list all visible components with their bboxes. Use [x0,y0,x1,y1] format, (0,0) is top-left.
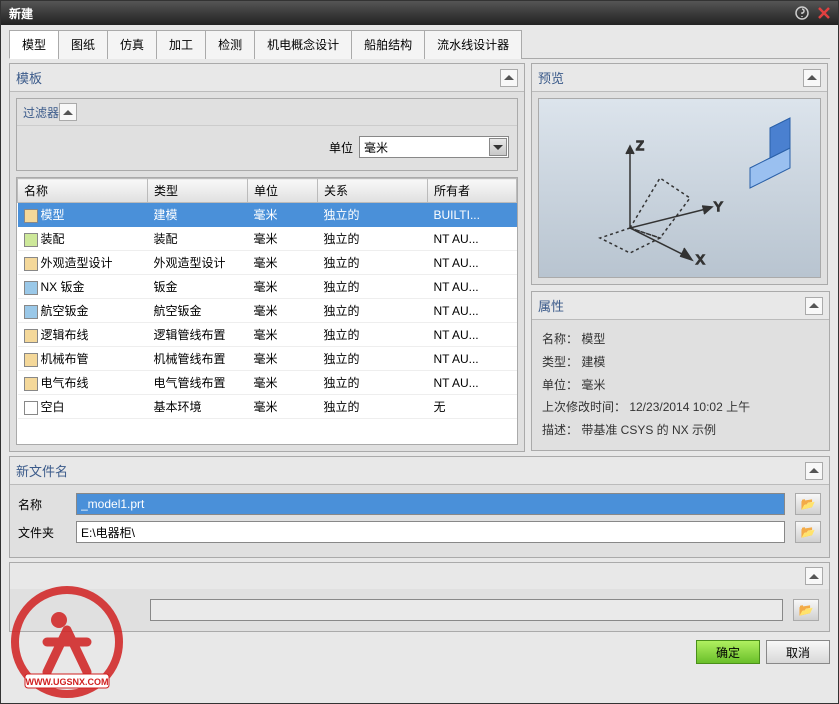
tab-bar: 模型图纸仿真加工检测机电概念设计船舶结构流水线设计器 [9,29,830,59]
unit-value: 毫米 [364,139,388,156]
file-icon [24,209,38,223]
reference-panel: 📂 [9,562,830,632]
cancel-button[interactable]: 取消 [766,640,830,664]
chevron-up-icon [63,110,73,115]
chevron-up-icon [809,303,819,308]
tab-0[interactable]: 模型 [9,30,59,59]
file-icon [24,377,38,391]
window-title: 新建 [5,5,790,22]
folder-label: 文件夹 [18,524,66,541]
column-header[interactable]: 类型 [148,179,248,203]
table-row[interactable]: 模型建模毫米独立的BUILTI... [18,203,517,227]
svg-text:X: X [696,252,705,267]
folder-icon: 📂 [799,603,814,617]
table-row[interactable]: 空白基本环境毫米独立的无 [18,395,517,419]
column-header[interactable]: 单位 [248,179,318,203]
folder-icon: 📂 [801,497,816,511]
column-header[interactable]: 所有者 [428,179,517,203]
property-line: 上次修改时间： 12/23/2014 10:02 上午 [542,396,819,419]
file-icon [24,329,38,343]
dropdown-button[interactable] [489,138,507,156]
table-row[interactable]: 逻辑布线逻辑管线布置毫米独立的NT AU... [18,323,517,347]
properties-panel: 属性 名称： 模型类型： 建模单位： 毫米上次修改时间： 12/23/2014 … [531,291,830,451]
newfile-panel: 新文件名 名称 📂 文件夹 📂 [9,456,830,558]
folder-input[interactable] [76,521,785,543]
browse-ref-button[interactable]: 📂 [793,599,819,621]
tab-4[interactable]: 检测 [205,30,255,59]
tab-3[interactable]: 加工 [156,30,206,59]
file-icon [24,305,38,319]
ok-button[interactable]: 确定 [696,640,760,664]
template-panel: 模板 过滤器 单位 毫米 [9,63,525,452]
reference-input[interactable] [150,599,783,621]
tab-6[interactable]: 船舶结构 [351,30,425,59]
collapse-preview-button[interactable] [803,69,821,87]
table-row[interactable]: 电气布线电气管线布置毫米独立的NT AU... [18,371,517,395]
property-line: 单位： 毫米 [542,374,819,397]
collapse-template-button[interactable] [500,69,518,87]
preview-header: 预览 [538,68,564,87]
collapse-newfile-button[interactable] [805,462,823,480]
svg-text:Z: Z [636,138,644,153]
chevron-up-icon [809,468,819,473]
table-row[interactable]: 装配装配毫米独立的NT AU... [18,227,517,251]
tab-5[interactable]: 机电概念设计 [254,30,352,59]
svg-text:WWW.UGSNX.COM: WWW.UGSNX.COM [26,677,109,687]
collapse-ref-button[interactable] [805,567,823,585]
file-icon [24,257,38,271]
collapse-props-button[interactable] [805,297,823,315]
titlebar: 新建 [1,1,838,25]
name-label: 名称 [18,496,66,513]
tab-7[interactable]: 流水线设计器 [424,30,522,59]
browse-name-button[interactable]: 📂 [795,493,821,515]
filter-header: 过滤器 [23,104,59,121]
tab-2[interactable]: 仿真 [107,30,157,59]
chevron-up-icon [504,75,514,80]
file-icon [24,401,38,415]
template-table: 名称类型单位关系所有者 模型建模毫米独立的BUILTI...装配装配毫米独立的N… [17,178,517,419]
browse-folder-button[interactable]: 📂 [795,521,821,543]
chevron-up-icon [809,574,819,579]
chevron-down-icon [493,145,503,150]
preview-image: Z Y X [538,98,821,278]
unit-label: 单位 [329,139,353,156]
newfile-header: 新文件名 [16,461,68,480]
help-button[interactable] [792,4,812,22]
properties-header: 属性 [538,296,564,315]
preview-panel: 预览 Z Y X [531,63,828,285]
watermark: WWW.UGSNX.COM [2,582,132,702]
file-icon [24,233,38,247]
name-input[interactable] [76,493,785,515]
table-row[interactable]: 机械布管机械管线布置毫米独立的NT AU... [18,347,517,371]
unit-select[interactable]: 毫米 [359,136,509,158]
svg-text:Y: Y [714,199,723,214]
table-row[interactable]: 外观造型设计外观造型设计毫米独立的NT AU... [18,251,517,275]
table-row[interactable]: 航空钣金航空钣金毫米独立的NT AU... [18,299,517,323]
tab-1[interactable]: 图纸 [58,30,108,59]
property-line: 类型： 建模 [542,351,819,374]
file-icon [24,281,38,295]
folder-icon: 📂 [801,525,816,539]
file-icon [24,353,38,367]
column-header[interactable]: 关系 [318,179,428,203]
property-line: 名称： 模型 [542,328,819,351]
table-row[interactable]: NX 钣金钣金毫米独立的NT AU... [18,275,517,299]
template-header: 模板 [16,68,42,87]
property-line: 描述： 带基准 CSYS 的 NX 示例 [542,419,819,442]
collapse-filter-button[interactable] [59,103,77,121]
column-header[interactable]: 名称 [18,179,148,203]
chevron-up-icon [807,75,817,80]
close-button[interactable] [814,4,834,22]
